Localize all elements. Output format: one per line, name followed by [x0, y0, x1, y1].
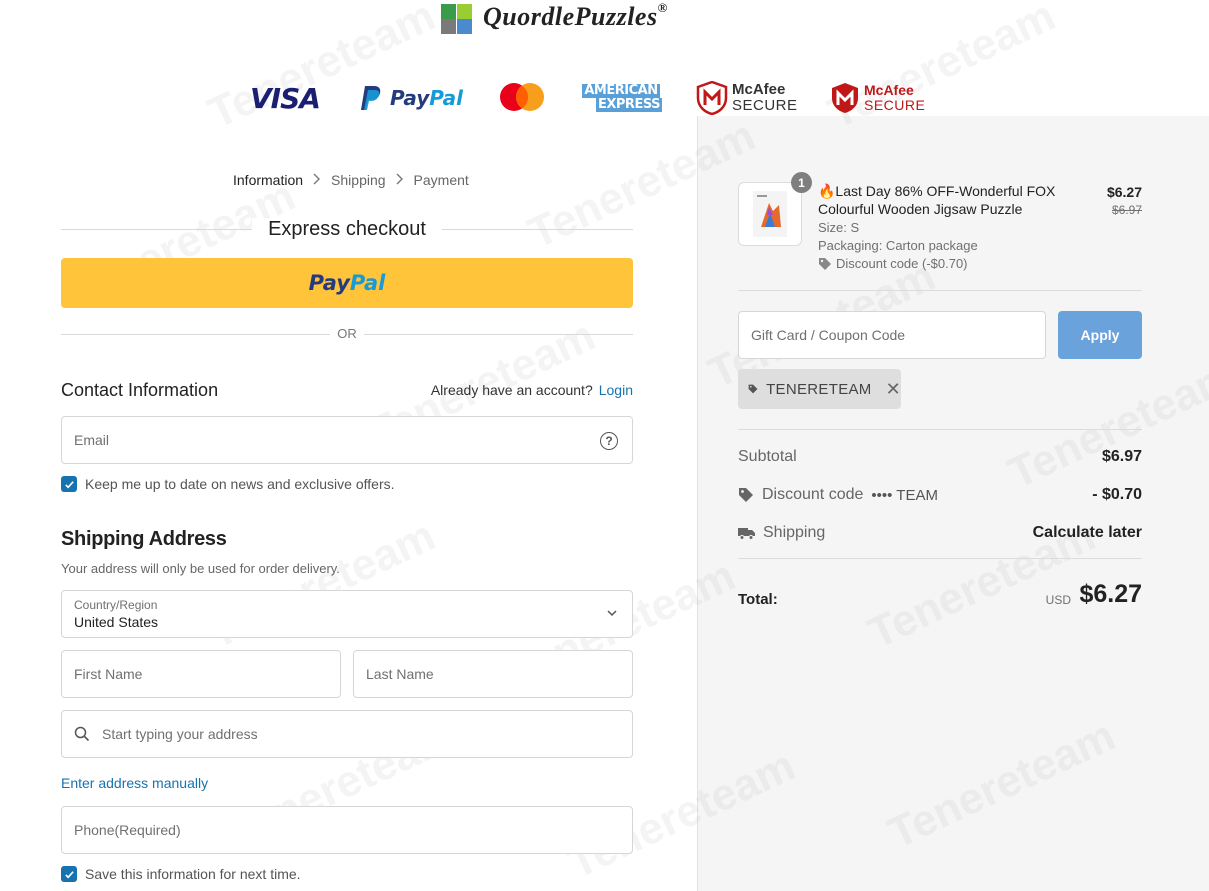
last-name-field[interactable]: Last Name: [353, 650, 633, 698]
search-icon: [74, 726, 90, 742]
brand-name: QuordlePuzzles®: [483, 0, 668, 31]
total-value: $6.27: [1079, 580, 1142, 608]
chevron-down-icon: [607, 610, 617, 617]
shipping-address-subtitle: Your address will only be used for order…: [61, 561, 340, 576]
product-packaging: Packaging: Carton package: [818, 238, 978, 253]
shipping-label: Shipping: [763, 524, 826, 541]
discount-label: Discount code: [762, 486, 864, 503]
breadcrumb-payment[interactable]: Payment: [414, 172, 469, 188]
breadcrumb: Information Shipping Payment: [233, 172, 469, 188]
paypal-logo: PayPal: [360, 78, 463, 118]
contact-info-title: Contact Information: [61, 380, 219, 400]
help-icon[interactable]: ?: [600, 432, 618, 450]
email-field[interactable]: Email ?: [61, 416, 633, 464]
paypal-label-pay: Pay: [308, 271, 350, 295]
subtotal-label: Subtotal: [738, 448, 797, 465]
mastercard-logo: [498, 78, 546, 118]
last-name-placeholder: Last Name: [366, 666, 434, 682]
enter-address-manually-link[interactable]: Enter address manually: [61, 775, 208, 791]
discount-code-masked: •••• TEAM: [871, 486, 938, 504]
american-express-logo: AMERICAN EXPRESS: [582, 83, 662, 112]
mcafee-secure-logo: McAfee SECURE: [696, 78, 798, 118]
discount-value: - $0.70: [1092, 486, 1142, 503]
chevron-right-icon: [313, 173, 321, 188]
product-title: 🔥Last Day 86% OFF-Wonderful FOX Colourfu…: [818, 183, 1056, 217]
shipping-row: Shipping: [738, 524, 825, 542]
product-discount: Discount code (-$0.70): [818, 256, 968, 271]
coupon-placeholder: Gift Card / Coupon Code: [751, 327, 906, 343]
account-prompt-text: Already have an account?: [430, 382, 593, 398]
product-discount-text: Discount code (-$0.70): [836, 256, 968, 271]
subtotal-value: $6.97: [1101, 448, 1142, 465]
divider: [738, 290, 1142, 291]
shipping-value: Calculate later: [1032, 524, 1142, 541]
truck-icon: [738, 528, 755, 540]
shipping-address-title: Shipping Address: [61, 528, 227, 550]
breadcrumb-shipping[interactable]: Shipping: [331, 172, 386, 188]
save-info-checkbox[interactable]: [61, 866, 77, 882]
first-name-field[interactable]: First Name: [61, 650, 341, 698]
tag-icon: [739, 488, 753, 502]
address-search-field[interactable]: Start typing your address: [61, 710, 633, 758]
phone-field[interactable]: Phone(Required): [61, 806, 633, 854]
payment-logos: VISA PayPal AMERICAN EXPRESS McAfee SECU…: [248, 78, 928, 118]
apply-coupon-button[interactable]: Apply: [1058, 311, 1142, 359]
total-currency: USD: [1045, 593, 1071, 607]
tag-icon: [748, 384, 758, 394]
login-link[interactable]: Login: [599, 382, 633, 398]
product-price: $6.27: [1106, 184, 1142, 200]
email-placeholder: Email: [74, 432, 110, 448]
country-label: Country/Region: [74, 598, 158, 612]
save-info-label: Save this information for next time.: [85, 866, 301, 882]
discount-row: Discount code •••• TEAM: [738, 486, 938, 504]
express-checkout-title: Express checkout: [252, 218, 442, 241]
applied-coupon-chip: TENERETEAM ✕: [738, 369, 901, 409]
visa-logo: VISA: [250, 81, 321, 115]
product-old-price: $6.97: [1111, 203, 1142, 217]
breadcrumb-information[interactable]: Information: [233, 172, 303, 188]
check-icon: [64, 480, 74, 488]
country-value: United States: [74, 614, 159, 630]
address-placeholder: Start typing your address: [102, 726, 258, 742]
tag-icon: [819, 257, 831, 270]
paypal-p-icon: [361, 86, 381, 110]
chevron-right-icon: [396, 173, 404, 188]
divider: [738, 429, 1142, 430]
watermark: Tenereteam: [200, 0, 443, 139]
phone-placeholder: Phone(Required): [74, 822, 181, 838]
brand-logo[interactable]: QuordlePuzzles®: [441, 0, 668, 34]
mcafee-shield-icon: [832, 83, 858, 113]
product-size: Size: S: [818, 220, 860, 235]
country-select[interactable]: Country/Region United States: [61, 590, 633, 638]
first-name-placeholder: First Name: [74, 666, 143, 682]
total-label: Total:: [738, 591, 778, 608]
divider: [738, 558, 1142, 559]
quantity-badge: 1: [791, 172, 812, 193]
newsletter-checkbox[interactable]: [61, 476, 77, 492]
puzzle-icon: [441, 1, 475, 34]
mcafee-shield-icon: [696, 81, 728, 115]
check-icon: [64, 870, 74, 878]
paypal-label-pal: Pal: [349, 271, 386, 295]
newsletter-checkbox-row[interactable]: Keep me up to date on news and exclusive…: [61, 476, 395, 492]
paypal-express-button[interactable]: Pay Pal: [61, 258, 633, 308]
save-info-checkbox-row[interactable]: Save this information for next time.: [61, 866, 301, 882]
account-prompt: Already have an account? Login: [431, 382, 633, 398]
product-thumbnail: [738, 182, 802, 246]
remove-coupon-close-icon[interactable]: ✕: [886, 379, 901, 400]
applied-coupon-code: TENERETEAM: [766, 380, 872, 398]
mcafee-secure-logo-alt: McAfee SECURE: [830, 78, 925, 118]
fox-puzzle-image: [753, 191, 787, 237]
or-separator: OR: [330, 326, 364, 341]
coupon-code-input[interactable]: Gift Card / Coupon Code: [738, 311, 1046, 359]
newsletter-label: Keep me up to date on news and exclusive…: [85, 476, 395, 492]
